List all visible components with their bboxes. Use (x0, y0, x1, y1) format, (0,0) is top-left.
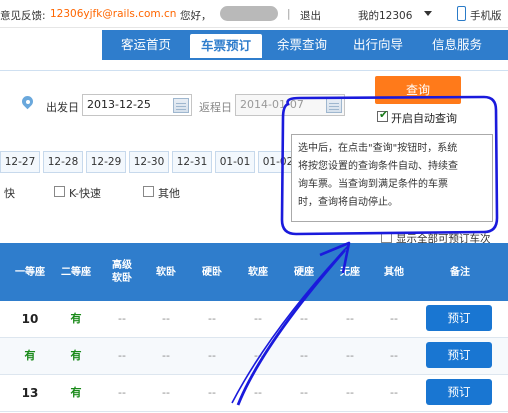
table-cell: -- (254, 349, 262, 362)
table-cell: 10 (21, 312, 39, 326)
column-header: 二等座 (61, 266, 91, 278)
tooltip-line: 询车票。当查询到满足条件的车票 (298, 179, 448, 190)
column-header: 高级 软卧 (112, 260, 132, 284)
auto-query-label: 开启自动查询 (391, 112, 457, 125)
table-cell: 有 (70, 349, 82, 362)
show-all-checkbox[interactable] (381, 232, 392, 243)
table-cell: -- (162, 386, 170, 399)
table-cell: -- (300, 349, 308, 362)
auto-query-tooltip: 选中后，在点击"查询"按钮时，系统 将按您设置的查询条件自动、持续查 询车票。当… (291, 134, 493, 222)
masked-username (220, 6, 278, 21)
query-button[interactable]: 查询 (375, 76, 461, 104)
column-header: 一等座 (15, 266, 45, 278)
table-cell: -- (254, 312, 262, 325)
table-cell: 有 (70, 312, 82, 325)
table-cell: -- (346, 386, 354, 399)
greeting-text: 您好， (180, 10, 212, 22)
filter-k-checkbox[interactable] (54, 186, 65, 197)
column-header: 软卧 (156, 266, 176, 278)
tooltip-line: 时，查询将自动停止。 (298, 197, 398, 208)
table-cell: -- (390, 386, 398, 399)
column-header: 其他 (384, 266, 404, 278)
table-cell: -- (254, 386, 262, 399)
date-tab[interactable]: 01-01 (215, 151, 255, 173)
book-button[interactable]: 预订 (426, 342, 492, 368)
location-pin-dot (25, 99, 30, 104)
filter-other-checkbox[interactable] (143, 186, 154, 197)
feedback-label: 意见反馈: (0, 10, 46, 22)
table-cell: -- (346, 349, 354, 362)
table-cell: -- (390, 349, 398, 362)
nav-item-booking[interactable]: 车票预订 (190, 34, 262, 58)
filter-fast-label: 快 (4, 187, 15, 200)
filter-k-label: K-快速 (69, 187, 102, 200)
separator: | (287, 8, 291, 20)
logout-link[interactable]: 退出 (300, 8, 321, 23)
chevron-down-icon[interactable] (424, 11, 432, 16)
calendar-icon-return[interactable] (326, 98, 342, 113)
table-cell: 有 (24, 349, 36, 362)
column-header: 软座 (248, 266, 268, 278)
column-header: 硬座 (294, 266, 314, 278)
table-cell: -- (208, 349, 216, 362)
date-tab[interactable]: 12-27 (0, 151, 40, 173)
my12306-menu[interactable]: 我的12306 (358, 8, 412, 23)
table-cell: -- (118, 312, 126, 325)
date-tab[interactable]: 12-31 (172, 151, 212, 173)
tooltip-line: 将按您设置的查询条件自动、持续查 (298, 161, 458, 172)
book-button[interactable]: 预订 (426, 379, 492, 405)
table-header: 一等座 二等座 高级 软卧 软卧 硬卧 软座 硬座 无座 其他 备注 (0, 243, 508, 301)
column-header: 硬卧 (202, 266, 222, 278)
nav-item-home[interactable]: 客运首页 (110, 30, 182, 60)
date-tab[interactable]: 12-29 (86, 151, 126, 173)
feedback-email-link[interactable]: 12306yjfk@rails.com.cn (50, 8, 176, 20)
nav-item-remaining[interactable]: 余票查询 (266, 30, 338, 60)
table-cell: 有 (70, 386, 82, 399)
column-header: 无座 (340, 266, 360, 278)
depart-date-label: 出发日 (46, 101, 79, 114)
book-button[interactable]: 预订 (426, 305, 492, 331)
top-bar: 意见反馈: 12306yjfk@rails.com.cn 您好， | 退出 我的… (0, 0, 508, 28)
table-row: 有 有 -- -- -- -- -- -- -- 预订 (0, 338, 508, 375)
column-header: 备注 (450, 266, 470, 278)
tooltip-line: 选中后，在点击"查询"按钮时，系统 (298, 143, 458, 154)
check-icon: ✔ (379, 108, 389, 121)
table-cell: -- (162, 312, 170, 325)
table-cell: -- (390, 312, 398, 325)
table-row: 10 有 -- -- -- -- -- -- -- 预订 (0, 301, 508, 338)
table-cell: -- (208, 312, 216, 325)
filter-other-label: 其他 (158, 187, 180, 200)
date-tabs: 12-27 12-28 12-29 12-30 12-31 01-01 01-0… (0, 151, 300, 173)
nav-item-info[interactable]: 信息服务 (418, 30, 496, 60)
table-cell: -- (300, 386, 308, 399)
table-row: 13 有 -- -- -- -- -- -- -- 预订 (0, 375, 508, 412)
return-date-label: 返程日 (199, 101, 232, 114)
mobile-version-link[interactable]: 手机版 (470, 8, 502, 23)
phone-icon[interactable] (457, 6, 466, 21)
table-cell: -- (208, 386, 216, 399)
table-cell: -- (346, 312, 354, 325)
calendar-icon[interactable] (173, 98, 189, 113)
nav-item-guide[interactable]: 出行向导 (342, 30, 414, 60)
main-nav: 客运首页 车票预订 余票查询 出行向导 信息服务 (102, 30, 508, 60)
table-cell: 13 (21, 386, 39, 400)
table-cell: -- (118, 386, 126, 399)
date-tab[interactable]: 12-30 (129, 151, 169, 173)
table-cell: -- (162, 349, 170, 362)
table-cell: -- (118, 349, 126, 362)
date-tab[interactable]: 12-28 (43, 151, 83, 173)
table-cell: -- (300, 312, 308, 325)
